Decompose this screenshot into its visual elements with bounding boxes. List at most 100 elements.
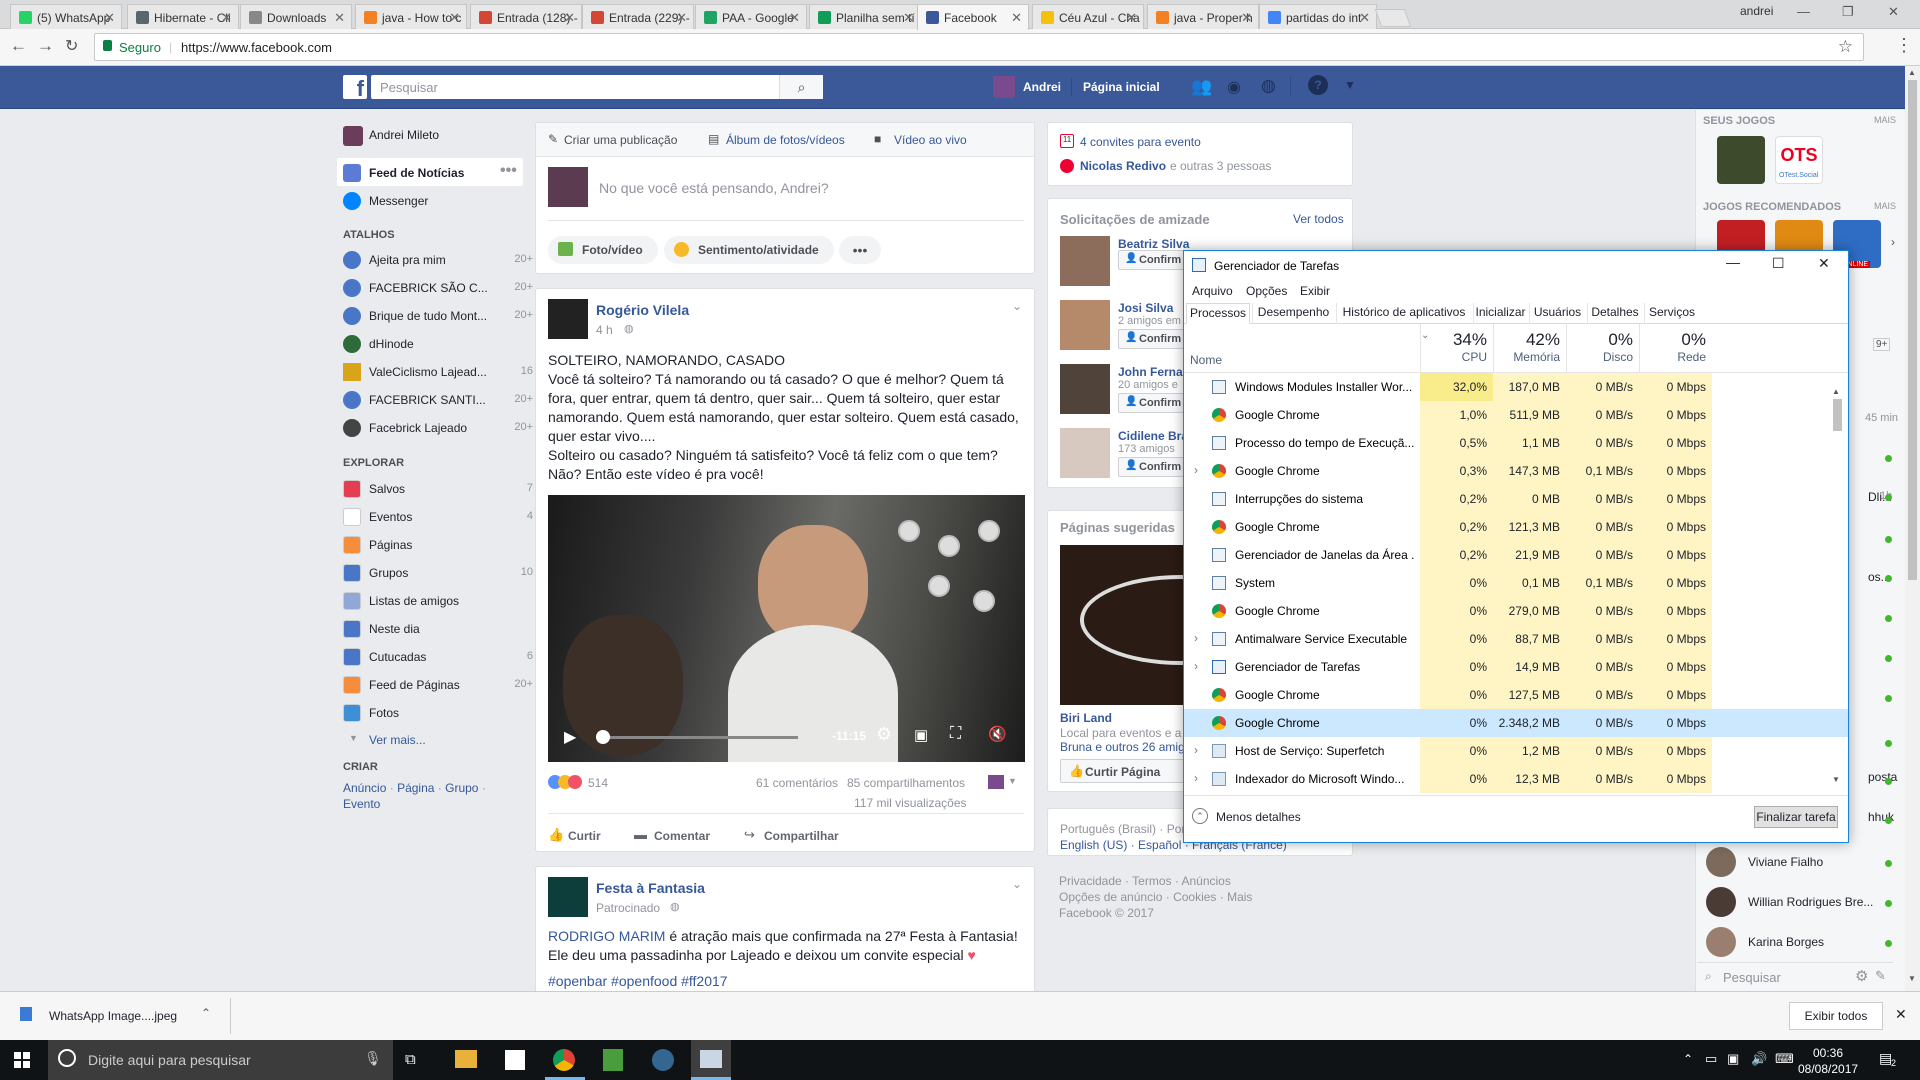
game-thumbnail[interactable] — [1717, 136, 1765, 184]
close-tab-icon[interactable]: ✕ — [1359, 10, 1370, 26]
create-group-link[interactable]: Grupo — [445, 781, 478, 795]
browser-tab[interactable]: Planilha sem tí ✕ — [809, 4, 921, 30]
messenger-icon[interactable]: ◉ — [1227, 77, 1241, 97]
comment-count[interactable]: 61 comentários — [756, 776, 838, 790]
process-row[interactable]: System 0% 0,1 MB 0,1 MB/s 0 Mbps — [1184, 569, 1848, 597]
post-video[interactable]: ▶ -11:15 ⚙ ▣ ⛶ 🔇 — [548, 495, 1025, 762]
settings-gear-icon[interactable]: ⚙ — [1855, 967, 1868, 985]
avatar[interactable] — [1060, 364, 1110, 414]
task-manager-tab[interactable]: Histórico de aplicativos — [1336, 303, 1471, 324]
expand-arrow-icon[interactable]: › — [1194, 771, 1198, 785]
share-count[interactable]: 85 compartilhamentos — [847, 776, 965, 790]
close-tab-icon[interactable]: ✕ — [221, 10, 232, 26]
minimize-icon[interactable]: — — [1797, 4, 1810, 19]
network-icon[interactable]: ▣ — [1727, 1051, 1739, 1067]
expand-arrow-icon[interactable]: › — [1194, 631, 1198, 645]
account-menu-arrow-icon[interactable]: ▼ — [1344, 78, 1356, 92]
avatar[interactable] — [548, 299, 588, 339]
like-button[interactable]: Curtir — [568, 829, 601, 843]
language-current[interactable]: Português (Brasil) · Por — [1060, 822, 1185, 836]
col-disk[interactable]: 0% Disco — [1566, 324, 1639, 373]
create-event-link[interactable]: Evento — [343, 797, 380, 811]
browser-tab[interactable]: Entrada (229) - ✕ — [582, 4, 694, 30]
close-tab-icon[interactable]: ✕ — [334, 10, 345, 26]
create-page-link[interactable]: Página — [397, 781, 434, 795]
menu-options[interactable]: Opções — [1246, 284, 1287, 298]
more-games-link[interactable]: MAIS — [1874, 201, 1896, 211]
taskbar-search-box[interactable]: Digite aqui para pesquisar 🎙 — [48, 1040, 393, 1080]
back-icon[interactable]: ← — [10, 36, 27, 56]
reload-icon[interactable]: ↻ — [65, 36, 78, 56]
menu-file[interactable]: Arquivo — [1192, 284, 1233, 298]
header-home-link[interactable]: Página inicial — [1083, 80, 1160, 94]
task-view-icon[interactable]: ⧉ — [405, 1051, 416, 1068]
chrome-icon[interactable] — [553, 1049, 575, 1071]
notifications-badge[interactable]: 9+ — [1873, 338, 1891, 351]
new-tab-button[interactable] — [1374, 9, 1412, 27]
process-row[interactable]: Google Chrome 0% 279,0 MB 0 MB/s 0 Mbps — [1184, 597, 1848, 625]
close-icon[interactable]: ✕ — [1895, 1006, 1907, 1023]
comment-button[interactable]: Comentar — [654, 829, 710, 843]
reaction-count[interactable]: 514 — [588, 776, 608, 790]
others-text[interactable]: e outras 3 pessoas — [1170, 159, 1271, 173]
create-ad-link[interactable]: Anúncio — [343, 781, 386, 795]
friend-name[interactable]: Josi Silva — [1118, 301, 1173, 315]
close-tab-icon[interactable]: ✕ — [564, 10, 575, 26]
col-memory[interactable]: 42% Memória — [1493, 324, 1566, 373]
clock-time[interactable]: 00:36 — [1803, 1046, 1853, 1060]
keyboard-icon[interactable]: ⌨ — [1775, 1051, 1794, 1067]
browser-tab[interactable]: Entrada (128) - ✕ — [470, 4, 582, 30]
browser-tab[interactable]: Hibernate - Cli ✕ — [127, 4, 239, 30]
post-time[interactable]: 4 h — [596, 323, 613, 337]
chevron-up-icon[interactable]: ⌃ — [201, 1006, 211, 1020]
fewer-details-link[interactable]: Menos detalhes — [1216, 810, 1301, 824]
mutual-friends[interactable]: 2 amigos em — [1118, 315, 1181, 327]
download-file-name[interactable]: WhatsApp Image....jpeg — [49, 1009, 177, 1023]
close-tab-icon[interactable]: ✕ — [1126, 10, 1137, 26]
close-tab-icon[interactable]: ✕ — [449, 10, 460, 26]
play-icon[interactable]: ▶ — [564, 727, 576, 747]
avatar[interactable] — [988, 775, 1004, 789]
avatar[interactable] — [1060, 300, 1110, 350]
browser-tab[interactable]: java - How to c ✕ — [355, 4, 467, 30]
help-icon[interactable]: ? — [1308, 75, 1328, 95]
pip-icon[interactable]: ▣ — [914, 726, 928, 744]
close-tab-icon[interactable]: ✕ — [789, 10, 800, 26]
col-cpu[interactable]: 34% CPU — [1420, 324, 1493, 373]
volume-icon[interactable]: 🔊 — [1751, 1051, 1767, 1067]
avatar[interactable] — [1060, 236, 1110, 286]
hashtags[interactable]: #openbar #openfood #ff2017 — [548, 973, 728, 989]
process-row[interactable]: Gerenciador de Janelas da Área ... 0,2% 21… — [1184, 541, 1848, 569]
post-author[interactable]: Festa à Fantasia — [596, 880, 705, 896]
more-games-link[interactable]: MAIS — [1874, 115, 1896, 125]
header-user-name[interactable]: Andrei — [1023, 80, 1061, 94]
chevron-down-icon[interactable]: ⌄ — [1012, 877, 1022, 891]
process-row[interactable]: › Gerenciador de Tarefas 0% 14,9 MB 0 MB/s 0 … — [1184, 653, 1848, 681]
composer-input[interactable]: No que você está pensando, Andrei? — [599, 180, 829, 196]
url-bar[interactable]: Seguro | https://www.facebook.com ☆ — [94, 33, 1864, 61]
photo-video-button[interactable]: Foto/vídeo — [548, 236, 658, 264]
expand-arrow-icon[interactable]: › — [1194, 659, 1198, 673]
page-name-link[interactable]: Biri Land — [1060, 711, 1112, 725]
fb-search-input[interactable]: Pesquisar ⌕ — [371, 75, 823, 99]
footer-links[interactable]: Privacidade · Termos · Anúncios — [1059, 874, 1231, 888]
browser-tab[interactable]: partidas do int ✕ — [1259, 4, 1377, 30]
battery-icon[interactable]: ▭ — [1705, 1051, 1717, 1067]
process-row[interactable]: › Host de Serviço: Superfetch 0% 1,2 MB 0 MB… — [1184, 737, 1848, 765]
process-row[interactable]: Google Chrome 1,0% 511,9 MB 0 MB/s 0 Mbps — [1184, 401, 1848, 429]
close-tab-icon[interactable]: ✕ — [676, 10, 687, 26]
profile-name[interactable]: andrei — [1740, 4, 1773, 18]
browser-tab[interactable]: (5) WhatsApp ✕ — [10, 4, 122, 30]
process-row[interactable]: Google Chrome 0% 127,5 MB 0 MB/s 0 Mbps — [1184, 681, 1848, 709]
maximize-icon[interactable]: ☐ — [1772, 255, 1785, 272]
more-options-icon[interactable]: ••• — [839, 236, 881, 264]
menu-view[interactable]: Exibir — [1300, 284, 1330, 298]
windows-start-icon[interactable] — [14, 1052, 30, 1068]
sponsored-label[interactable]: Patrocinado — [596, 901, 660, 915]
close-icon[interactable]: ✕ — [1818, 255, 1830, 272]
like-page-button[interactable]: 👍 Curtir Página — [1060, 759, 1186, 783]
live-video-tab[interactable]: Vídeo ao vivo — [894, 133, 967, 147]
bookmark-star-icon[interactable]: ☆ — [1838, 37, 1853, 57]
process-scrollbar[interactable]: ▲ ▼ — [1830, 387, 1844, 791]
mute-icon[interactable]: 🔇 — [988, 725, 1007, 743]
